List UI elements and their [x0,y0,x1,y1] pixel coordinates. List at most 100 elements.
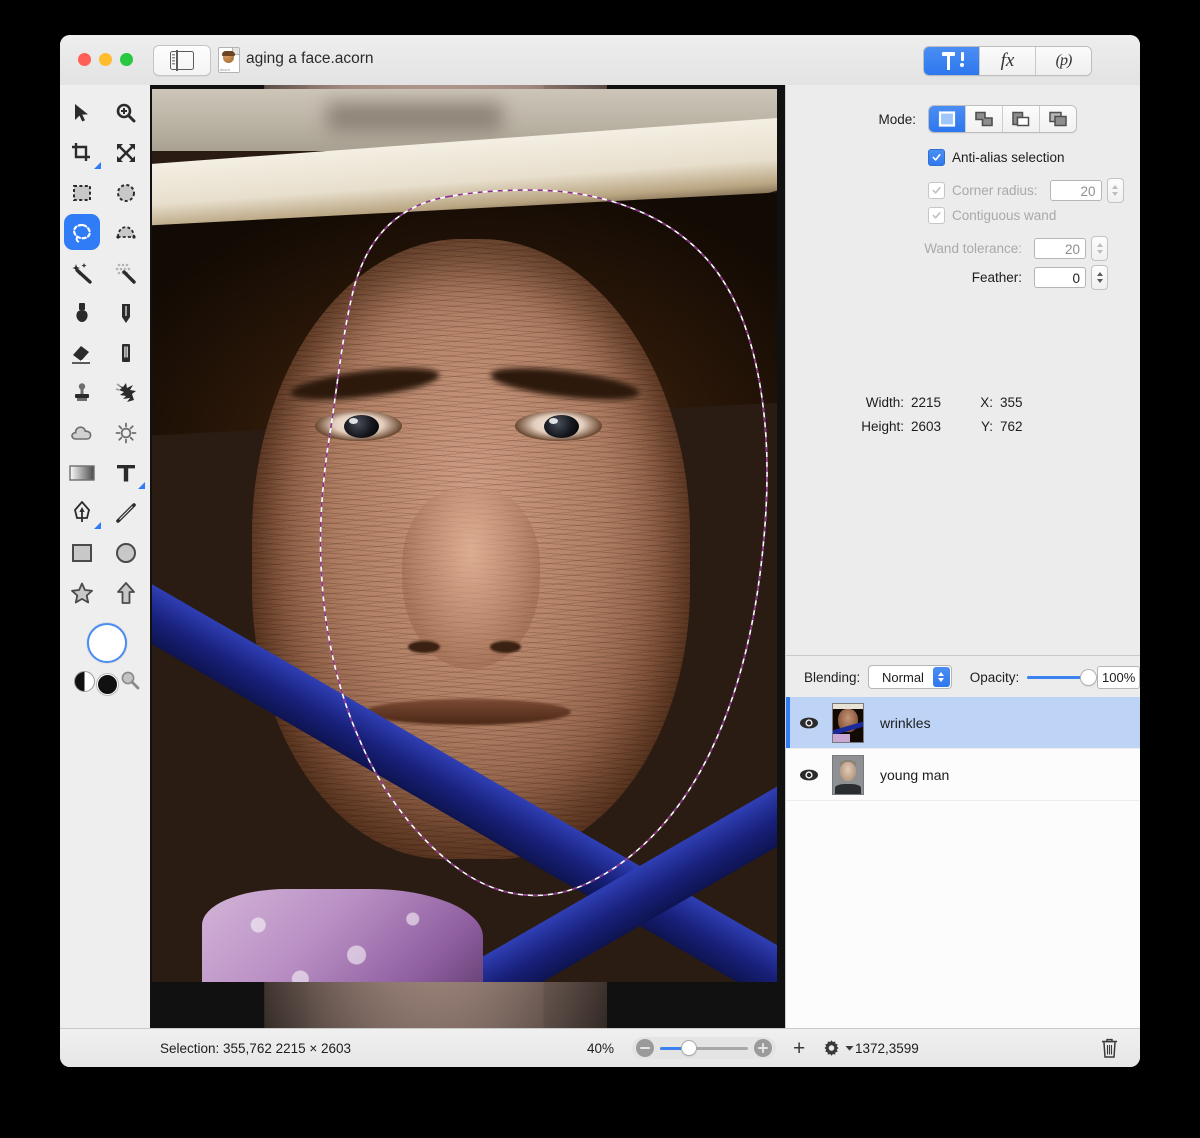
intersect-selection-button[interactable] [1040,106,1076,132]
tool-options-triangle-icon [138,482,145,489]
zoom-in-icon[interactable] [754,1039,772,1057]
opacity-value-input[interactable]: 100% [1097,665,1140,689]
zoom-level-label: 40% [587,1040,615,1056]
black-white-toggle-icon[interactable] [74,671,95,692]
color-picker-magnifier-icon[interactable] [120,670,140,690]
layer-list: wrinkles young man [786,697,1140,1029]
arrow-cursor-icon [75,104,88,122]
smudge-tool[interactable] [104,373,148,413]
clone-stamp-icon [75,383,89,401]
sidebar-toggle-button[interactable] [153,45,211,76]
close-button-icon[interactable] [78,53,91,66]
wand-tolerance-input[interactable]: 20 [1034,238,1086,259]
subtract-selection-button[interactable] [1003,106,1040,132]
black-swatch[interactable] [97,674,118,695]
cloud-blur-icon [71,426,92,440]
add-layer-button[interactable]: + [793,1038,805,1059]
magnifier-plus-icon [116,103,136,123]
eraser-tool[interactable] [60,333,104,373]
feather-input[interactable]: 0 [1034,267,1086,288]
zoom-button-icon[interactable] [120,53,133,66]
selection-intersect-icon [1049,111,1067,127]
antialias-row[interactable]: Anti-alias selection [786,149,1140,166]
corner-radius-label: Corner radius: [952,183,1038,198]
crop-icon [72,143,90,161]
ellipse-select-tool[interactable] [104,173,148,213]
eye-icon [800,769,818,780]
clone-stamp-tool[interactable] [60,373,104,413]
gradient-tool[interactable] [60,453,104,493]
line-tool[interactable] [104,493,148,533]
table-row[interactable]: young man [786,749,1140,801]
star-shape-icon [71,582,93,604]
tab-tools-inspector[interactable] [924,47,980,75]
zoom-slider[interactable] [660,1041,748,1055]
lasso-select-tool[interactable] [60,213,104,253]
new-selection-button[interactable] [929,106,966,132]
corner-radius-row: Corner radius: 20 [786,178,1140,203]
zoom-slider-control[interactable] [632,1037,776,1059]
layer-name[interactable]: young man [880,767,949,783]
minimize-button-icon[interactable] [99,53,112,66]
add-selection-button[interactable] [966,106,1003,132]
feather-stepper[interactable] [1091,265,1108,290]
wand-tolerance-row: Wand tolerance: 20 [786,236,1140,261]
tab-palette-inspector[interactable]: (p) [1036,47,1091,75]
resize-tool[interactable] [104,133,148,173]
table-row[interactable]: wrinkles [786,697,1140,749]
corner-radius-input[interactable]: 20 [1049,180,1102,201]
contiguous-wand-checkbox[interactable] [928,207,945,224]
wand-tolerance-label: Wand tolerance: [924,241,1022,256]
antialias-label: Anti-alias selection [952,150,1065,165]
move-tool[interactable] [60,93,104,133]
corner-radius-checkbox[interactable] [928,182,945,199]
bezier-pen-tool[interactable] [60,493,104,533]
rectangle-shape-icon [72,544,92,562]
layer-visibility-toggle[interactable] [786,716,832,730]
dodge-tool[interactable] [104,413,148,453]
y-label: Y: [980,418,993,434]
status-bar: Selection: 355,762 2215 × 2603 40% + 137… [60,1028,1140,1067]
acorn-document-icon: Acorn [218,47,240,73]
chevron-down-icon [845,1045,854,1051]
zoom-tool[interactable] [104,93,148,133]
height-label: Height: [861,418,904,434]
antialias-checkbox[interactable] [928,149,945,166]
zoom-out-icon[interactable] [636,1039,654,1057]
crop-tool[interactable] [60,133,104,173]
canvas-area[interactable] [150,85,785,1029]
arrow-shape-tool[interactable] [104,573,148,613]
layers-toolbar: Blending: Normal Opacity: 100% [786,655,1140,698]
star-shape-tool[interactable] [60,573,104,613]
blending-mode-select[interactable]: Normal [868,665,952,689]
layer-visibility-toggle[interactable] [786,768,832,782]
opacity-slider[interactable] [1027,669,1097,685]
ellipse-shape-icon [116,543,136,563]
move-arrows-icon [117,144,135,162]
trash-icon [1102,1038,1117,1058]
contiguous-wand-label: Contiguous wand [952,208,1057,223]
brush-tool[interactable] [60,293,104,333]
pencil-tool[interactable] [104,293,148,333]
magic-wand-tool[interactable] [60,253,104,293]
palette-icon: (p) [1055,52,1073,69]
blur-tool[interactable] [60,413,104,453]
tab-filters-inspector[interactable]: fx [980,47,1036,75]
ellipse-shape-tool[interactable] [104,533,148,573]
wand-tolerance-stepper[interactable] [1091,236,1108,261]
delete-layer-button[interactable] [1101,1038,1118,1058]
rectangle-shape-tool[interactable] [60,533,104,573]
width-value: 2215 [911,394,942,410]
instant-alpha-tool[interactable] [104,253,148,293]
marquee-ellipse-icon [117,184,135,202]
polygon-select-tool[interactable] [104,213,148,253]
foreground-color-well[interactable] [87,623,127,663]
rectangle-select-tool[interactable] [60,173,104,213]
corner-radius-stepper[interactable] [1106,178,1124,203]
paint-bucket-tool[interactable] [104,333,148,373]
layer-actions-menu[interactable] [822,1039,854,1058]
text-tool[interactable] [104,453,148,493]
pencil-icon [122,304,130,323]
selection-status-text: Selection: 355,762 2215 × 2603 [160,1040,352,1056]
layer-name[interactable]: wrinkles [880,715,931,731]
